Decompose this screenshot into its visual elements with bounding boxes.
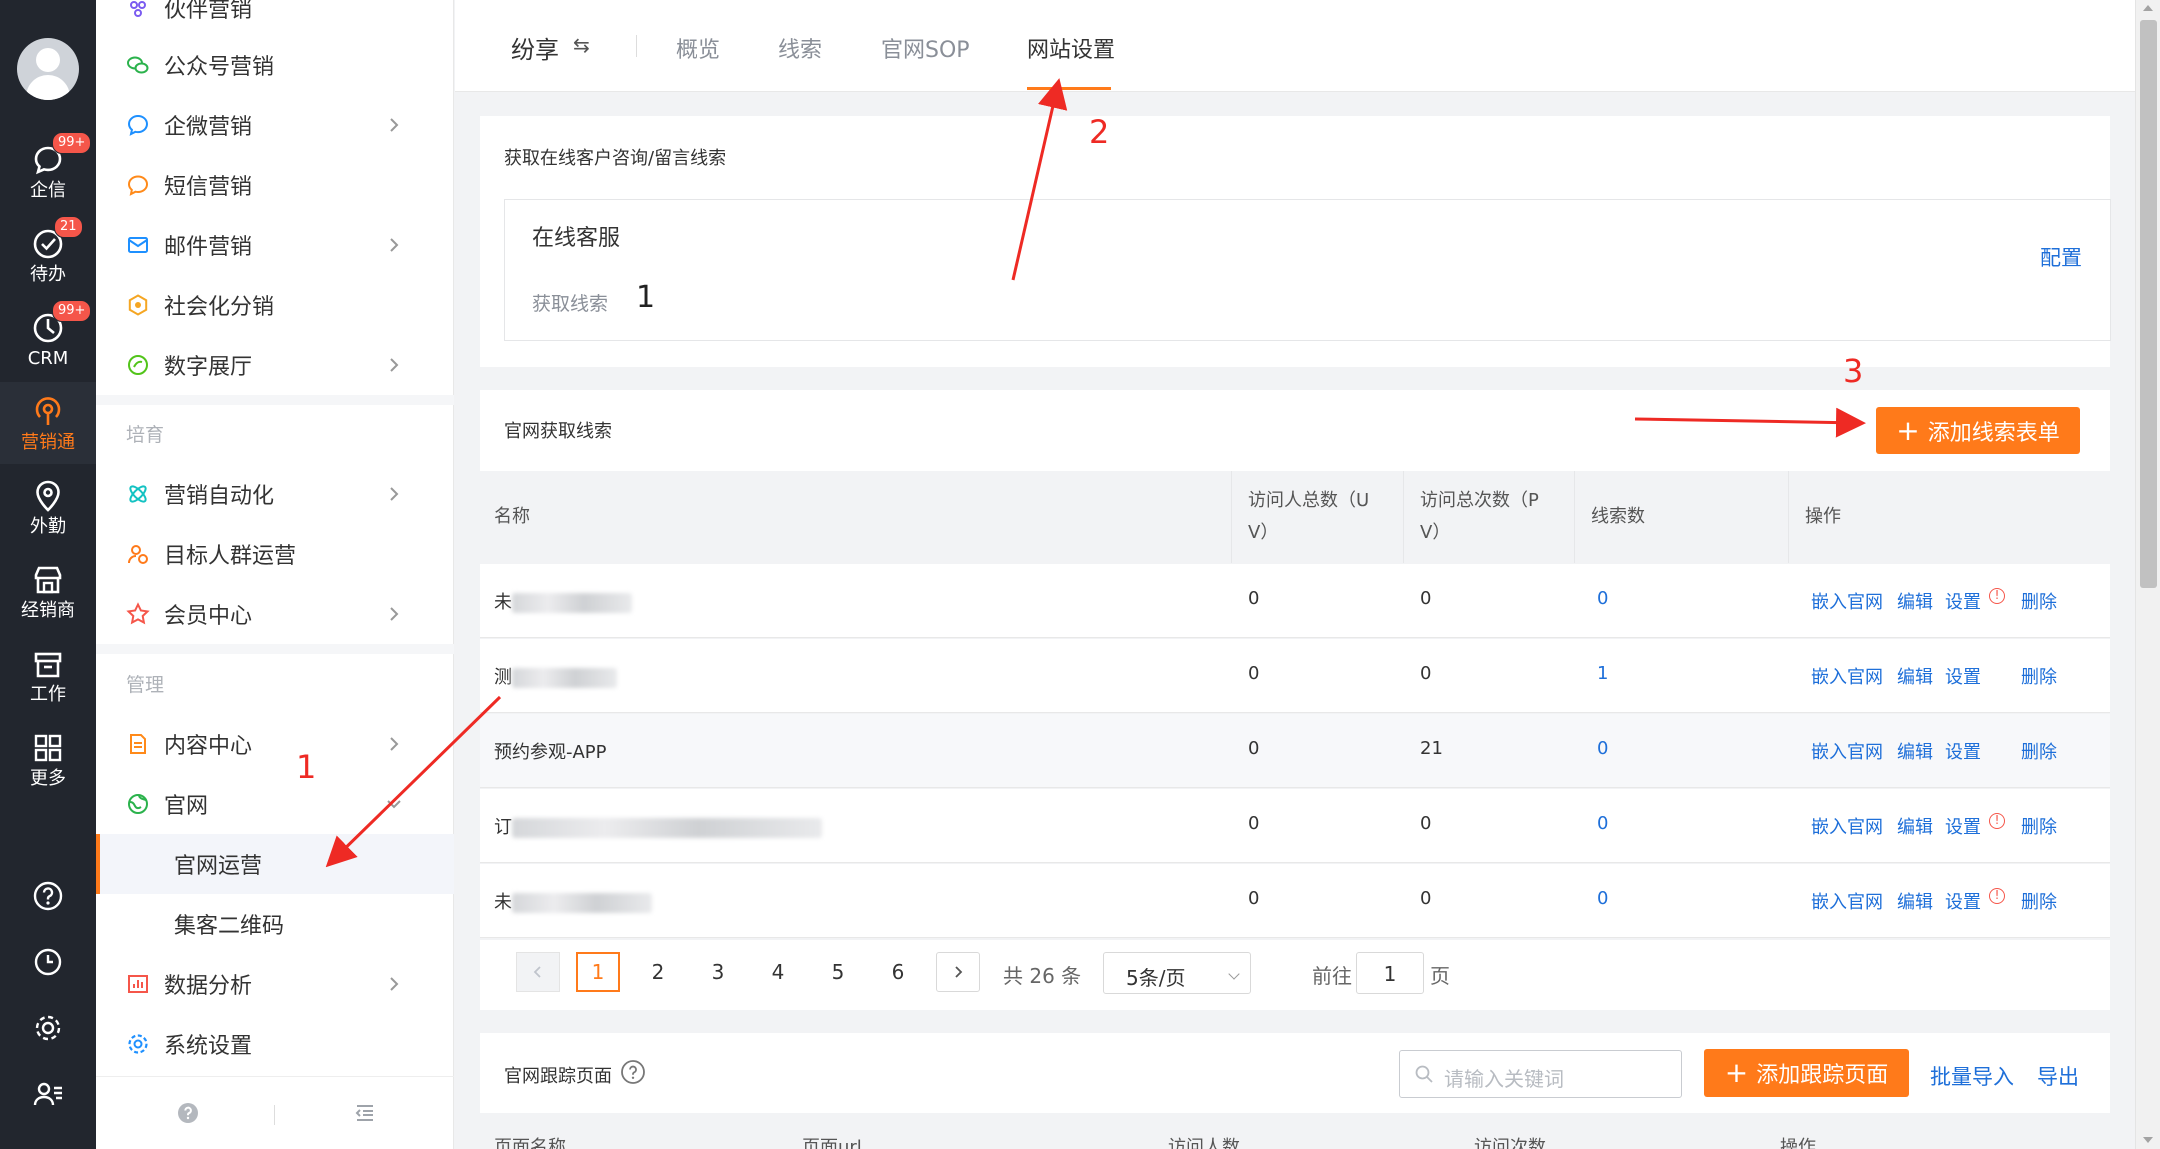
annotation-arrow	[1011, 78, 1068, 281]
annotation-arrow	[1634, 407, 1866, 438]
annotation-arrows	[325, 78, 1866, 868]
annotation-arrow	[325, 695, 502, 868]
